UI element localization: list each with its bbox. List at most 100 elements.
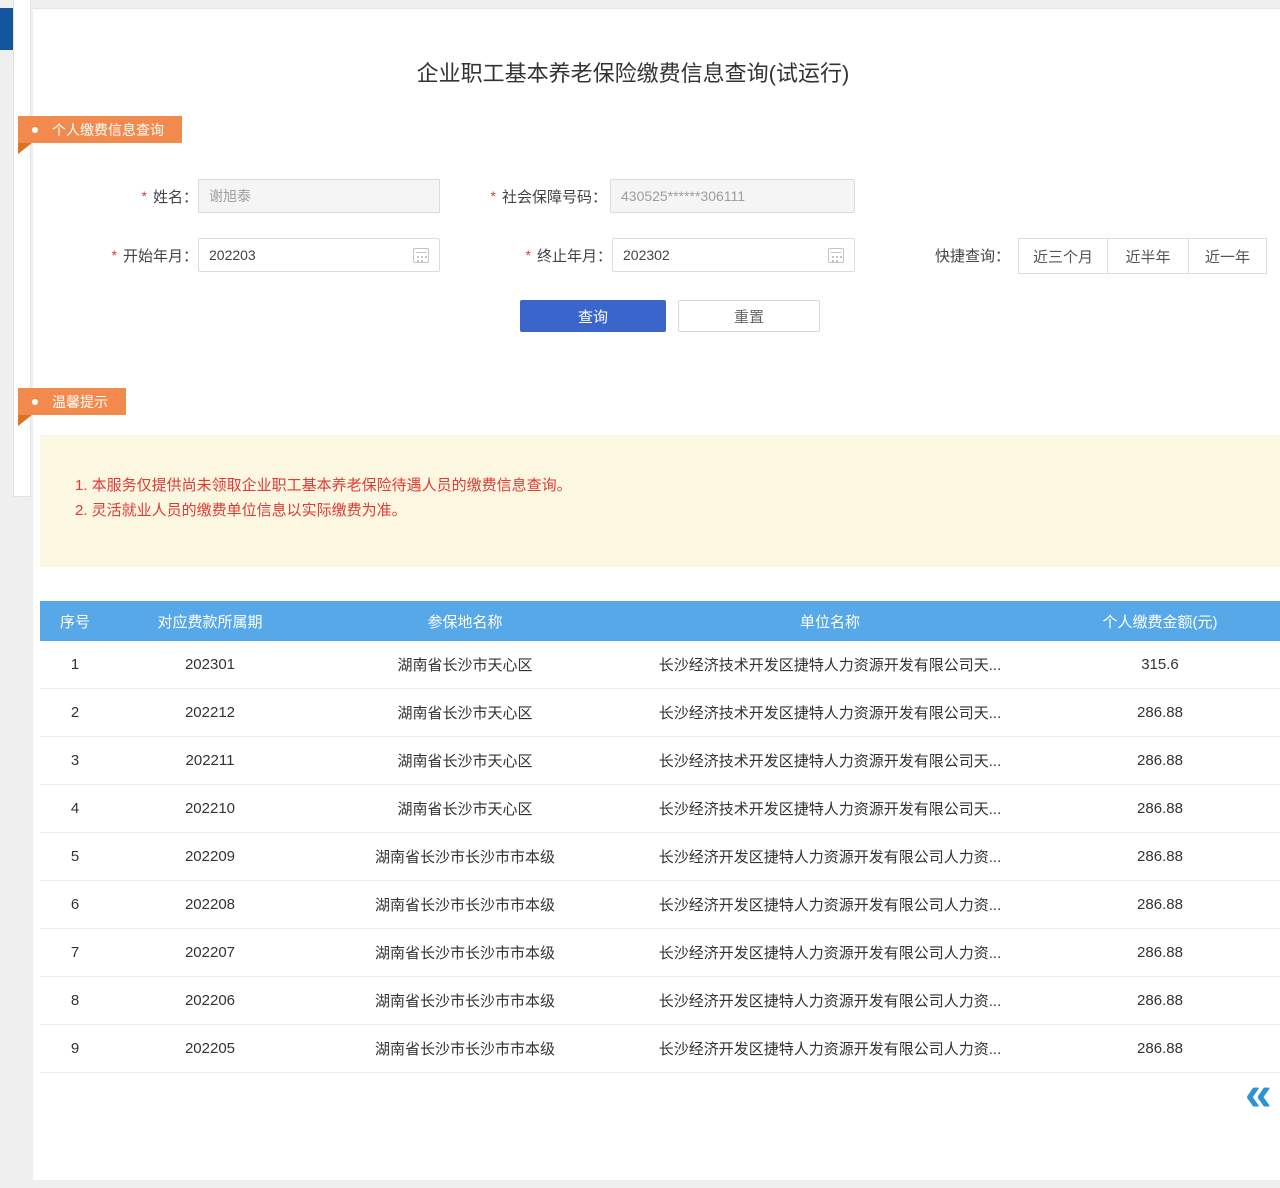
start-month-label: * 开始年月： [73,238,198,272]
start-month-value: 202203 [209,247,256,263]
section-badge-query-label: 个人缴费信息查询 [52,120,164,140]
ssn-input: 430525******306111 [610,179,855,213]
table-cell: 湖南省长沙市天心区 [310,654,620,675]
table-cell: 湖南省长沙市长沙市市本级 [310,894,620,915]
start-month-input[interactable]: 202203 [198,238,440,272]
calendar-icon[interactable] [828,248,844,263]
end-month-value: 202302 [623,247,670,263]
quick-btn-halfyear[interactable]: 近半年 [1107,239,1188,273]
table-cell: 长沙经济技术开发区捷特人力资源开发有限公司天... [620,702,1040,723]
results-table: 序号对应费款所属期参保地名称单位名称个人缴费金额(元) 1202301湖南省长沙… [40,601,1280,1073]
ssn-input-value: 430525******306111 [621,188,745,204]
table-body: 1202301湖南省长沙市天心区长沙经济技术开发区捷特人力资源开发有限公司天..… [40,641,1280,1073]
table-cell: 长沙经济开发区捷特人力资源开发有限公司人力资... [620,990,1040,1011]
table-cell: 286.88 [1040,1040,1280,1057]
table-cell: 286.88 [1040,704,1280,721]
table-cell: 8 [40,992,110,1009]
table-cell: 202206 [110,992,310,1009]
table-row: 6202208湖南省长沙市长沙市市本级长沙经济开发区捷特人力资源开发有限公司人力… [40,881,1280,929]
table-cell: 长沙经济开发区捷特人力资源开发有限公司人力资... [620,1038,1040,1059]
quick-query-label: 快捷查询： [903,238,1010,272]
table-cell: 286.88 [1040,848,1280,865]
table-row: 2202212湖南省长沙市天心区长沙经济技术开发区捷特人力资源开发有限公司天..… [40,689,1280,737]
badge-fold [18,143,32,154]
table-cell: 湖南省长沙市长沙市市本级 [310,846,620,867]
table-row: 4202210湖南省长沙市天心区长沙经济技术开发区捷特人力资源开发有限公司天..… [40,785,1280,833]
table-header-cell: 单位名称 [620,611,1040,632]
page: 企业职工基本养老保险缴费信息查询(试运行) 个人缴费信息查询 * 姓名： 谢旭泰… [0,0,1280,1188]
bullet-icon [32,127,38,133]
table-cell: 1 [40,656,110,673]
table-header-cell: 参保地名称 [310,611,620,632]
required-asterisk: * [112,247,117,263]
table-cell: 9 [40,1040,110,1057]
table-cell: 湖南省长沙市天心区 [310,702,620,723]
required-asterisk: * [491,188,496,204]
table-cell: 4 [40,800,110,817]
name-input: 谢旭泰 [198,179,440,213]
table-cell: 湖南省长沙市长沙市市本级 [310,1038,620,1059]
table-cell: 长沙经济开发区捷特人力资源开发有限公司人力资... [620,894,1040,915]
query-button[interactable]: 查询 [520,300,666,332]
badge-fold [18,415,32,426]
bullet-icon [32,399,38,405]
table-cell: 长沙经济开发区捷特人力资源开发有限公司人力资... [620,942,1040,963]
ssn-label: * 社会保障号码： [443,179,607,213]
table-cell: 3 [40,752,110,769]
required-asterisk: * [526,247,531,263]
section-badge-tips-label: 温馨提示 [52,392,108,412]
name-label: * 姓名： [90,179,198,213]
table-row: 3202211湖南省长沙市天心区长沙经济技术开发区捷特人力资源开发有限公司天..… [40,737,1280,785]
calendar-icon[interactable] [413,248,429,263]
table-header: 序号对应费款所属期参保地名称单位名称个人缴费金额(元) [40,601,1280,641]
end-month-input[interactable]: 202302 [612,238,855,272]
section-badge-tips: 温馨提示 [18,388,126,415]
table-cell: 286.88 [1040,992,1280,1009]
table-cell: 286.88 [1040,896,1280,913]
table-cell: 286.88 [1040,752,1280,769]
table-row: 8202206湖南省长沙市长沙市市本级长沙经济开发区捷特人力资源开发有限公司人力… [40,977,1280,1025]
table-cell: 202205 [110,1040,310,1057]
name-input-value: 谢旭泰 [209,186,251,206]
table-cell: 湖南省长沙市长沙市市本级 [310,990,620,1011]
section-badge-query: 个人缴费信息查询 [18,116,182,143]
table-cell: 202208 [110,896,310,913]
chevron-double-left-icon[interactable]: « [1245,1071,1272,1119]
table-cell: 202207 [110,944,310,961]
reset-button[interactable]: 重置 [678,300,820,332]
quick-btn-oneyear[interactable]: 近一年 [1188,239,1266,273]
required-asterisk: * [142,188,147,204]
table-row: 7202207湖南省长沙市长沙市市本级长沙经济开发区捷特人力资源开发有限公司人力… [40,929,1280,977]
table-header-cell: 个人缴费金额(元) [1040,611,1280,632]
tips-line: 2. 灵活就业人员的缴费单位信息以实际缴费为准。 [75,498,1260,523]
table-cell: 202210 [110,800,310,817]
table-cell: 286.88 [1040,944,1280,961]
table-cell: 长沙经济开发区捷特人力资源开发有限公司人力资... [620,846,1040,867]
tips-notice-box: 1. 本服务仅提供尚未领取企业职工基本养老保险待遇人员的缴费信息查询。 2. 灵… [40,435,1280,567]
table-cell: 202301 [110,656,310,673]
table-cell: 5 [40,848,110,865]
end-month-label: * 终止年月： [488,238,612,272]
table-cell: 长沙经济技术开发区捷特人力资源开发有限公司天... [620,750,1040,771]
quick-btn-3months[interactable]: 近三个月 [1019,239,1107,273]
table-cell: 286.88 [1040,800,1280,817]
tips-line: 1. 本服务仅提供尚未领取企业职工基本养老保险待遇人员的缴费信息查询。 [75,473,1260,498]
table-cell: 湖南省长沙市天心区 [310,798,620,819]
table-cell: 315.6 [1040,656,1280,673]
table-cell: 长沙经济技术开发区捷特人力资源开发有限公司天... [620,654,1040,675]
page-title: 企业职工基本养老保险缴费信息查询(试运行) [33,59,1233,89]
table-cell: 湖南省长沙市长沙市市本级 [310,942,620,963]
quick-query-group: 近三个月 近半年 近一年 [1018,238,1267,274]
main-card: 企业职工基本养老保险缴费信息查询(试运行) 个人缴费信息查询 * 姓名： 谢旭泰… [33,8,1280,1180]
table-cell: 202211 [110,752,310,769]
table-cell: 长沙经济技术开发区捷特人力资源开发有限公司天... [620,798,1040,819]
table-cell: 202209 [110,848,310,865]
table-row: 1202301湖南省长沙市天心区长沙经济技术开发区捷特人力资源开发有限公司天..… [40,641,1280,689]
table-cell: 6 [40,896,110,913]
table-cell: 202212 [110,704,310,721]
table-header-cell: 对应费款所属期 [110,611,310,632]
table-cell: 7 [40,944,110,961]
corner-accent [0,8,13,50]
table-row: 5202209湖南省长沙市长沙市市本级长沙经济开发区捷特人力资源开发有限公司人力… [40,833,1280,881]
table-cell: 湖南省长沙市天心区 [310,750,620,771]
